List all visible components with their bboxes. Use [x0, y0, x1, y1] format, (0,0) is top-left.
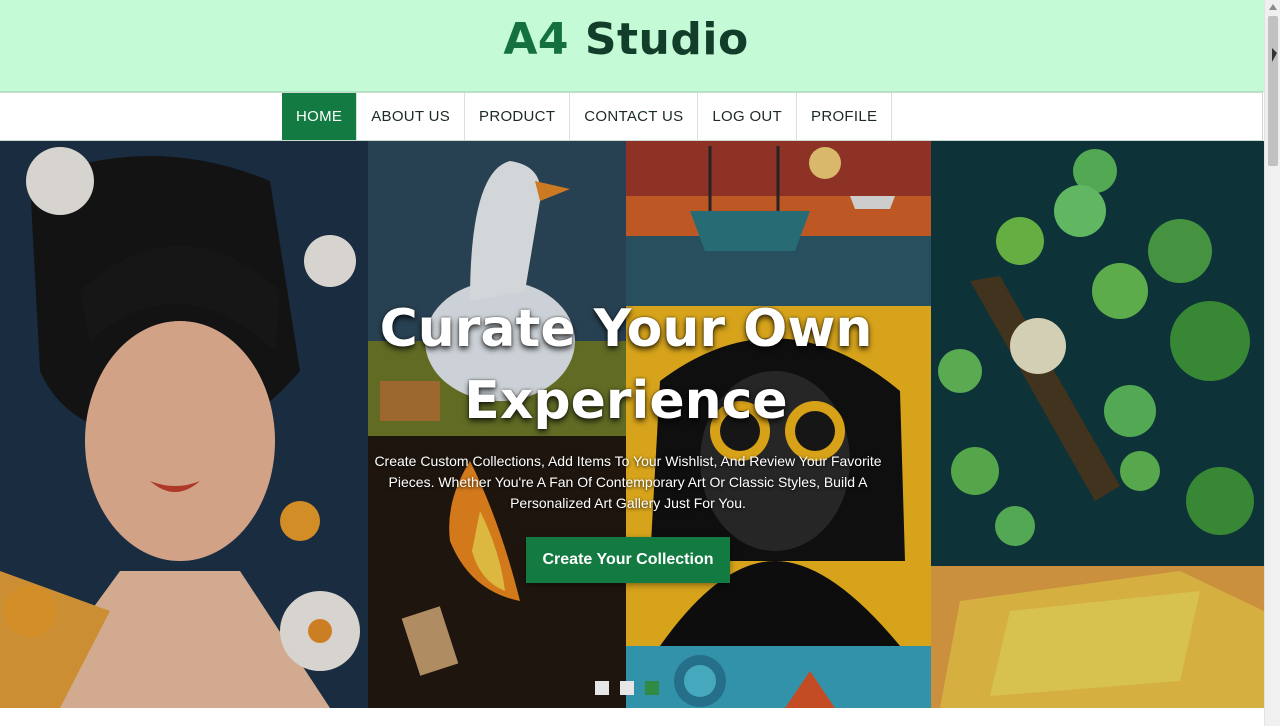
page-scrollbar[interactable] — [1264, 0, 1280, 726]
hero-title-line-2: Experience — [464, 371, 788, 431]
hero-title: Curate Your Own Experience — [0, 293, 1252, 437]
nav-log-out[interactable]: LOG OUT — [698, 93, 798, 140]
site-header: A4 Studio — [0, 0, 1264, 92]
carousel-dot-1[interactable] — [595, 681, 609, 695]
site-logo-title[interactable]: A4 Studio — [0, 14, 1252, 65]
page: A4 Studio HOME ABOUT US PRODUCT CONTACT … — [0, 0, 1264, 726]
scrollbar-thumb[interactable] — [1268, 16, 1278, 166]
nav-about-us[interactable]: ABOUT US — [357, 93, 466, 140]
brand-accent: A4 — [503, 14, 569, 65]
hero-subtitle: Create Custom Collections, Add Items To … — [374, 453, 882, 511]
main-navigation: HOME ABOUT US PRODUCT CONTACT US LOG OUT… — [0, 92, 1263, 141]
hero-carousel: Curate Your Own Experience Create Custom… — [0, 141, 1264, 708]
brand-rest: Studio — [569, 14, 749, 65]
nav-product[interactable]: PRODUCT — [465, 93, 571, 140]
nav-home[interactable]: HOME — [282, 93, 358, 140]
carousel-dot-2[interactable] — [620, 681, 634, 695]
carousel-dot-3-active[interactable] — [645, 681, 659, 695]
hero-title-line-1: Curate Your Own — [379, 299, 873, 359]
create-collection-button[interactable]: Create Your Collection — [526, 537, 730, 583]
nav-contact-us[interactable]: CONTACT US — [570, 93, 699, 140]
scroll-up-arrow-icon[interactable] — [1269, 4, 1277, 10]
nav-profile[interactable]: PROFILE — [797, 93, 893, 140]
mouse-cursor-icon — [1272, 48, 1277, 62]
